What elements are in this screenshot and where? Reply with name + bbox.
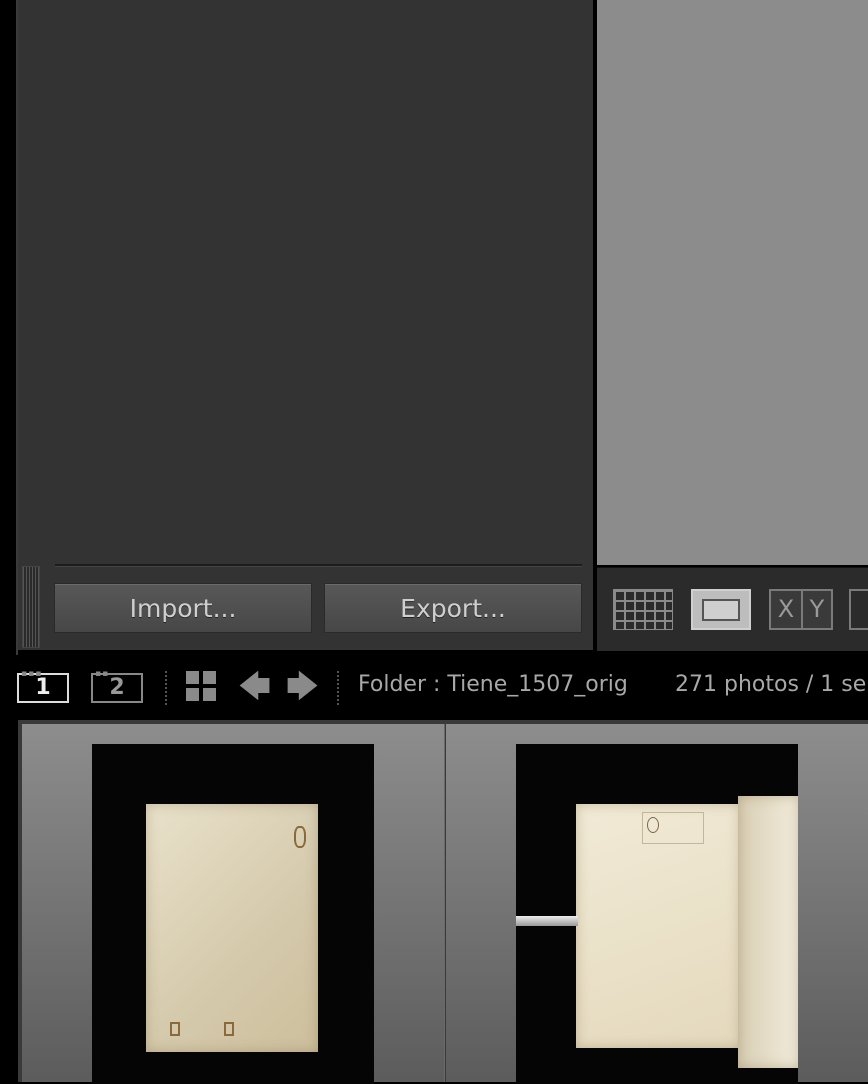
separator: [337, 671, 339, 705]
book-cover-thumbnail[interactable]: [92, 744, 374, 1084]
separator: [165, 671, 167, 705]
left-panel-content: [43, 0, 593, 650]
seal-icon: [647, 817, 659, 833]
panel-resize-grip[interactable]: [22, 566, 40, 648]
filmstrip-cell[interactable]: [22, 724, 445, 1084]
compare-x-label: X: [771, 591, 803, 628]
book-open-thumbnail[interactable]: [516, 744, 798, 1084]
vellum-cover: [146, 804, 318, 1052]
panel-divider: [55, 564, 582, 567]
window-dots: ▪▪: [95, 669, 110, 679]
vellum-page: [576, 804, 740, 1048]
folder-path[interactable]: Folder : Tiene_1507_orig: [358, 672, 628, 697]
view-toolbar: X Y: [597, 567, 868, 651]
compare-view-icon[interactable]: X Y: [769, 589, 833, 630]
filmstrip-bar: ▪▪▪ 1 ▪▪ 2 🡄 🡆 Folder : Tiene_1507_orig …: [0, 655, 868, 720]
filmstrip-cell[interactable]: [446, 724, 868, 1084]
clasp-mark: [294, 826, 306, 848]
survey-view-icon[interactable]: [849, 589, 868, 630]
forward-arrow-icon[interactable]: 🡆: [286, 670, 319, 702]
photo-count: 271 photos / 1 sel: [675, 672, 868, 697]
filmstrip: [18, 720, 868, 1084]
primary-display-button[interactable]: ▪▪▪ 1: [17, 669, 69, 703]
clasp-strap: [516, 916, 578, 926]
import-button[interactable]: Import...: [54, 583, 312, 633]
back-arrow-icon[interactable]: 🡄: [238, 670, 271, 702]
bookplate: [642, 812, 704, 844]
loupe-frame: [702, 599, 740, 621]
grid-view-icon[interactable]: [613, 589, 673, 630]
export-button[interactable]: Export...: [324, 583, 582, 633]
clasp-mark: [224, 1022, 234, 1036]
main-view-area: [597, 0, 868, 565]
loupe-view-icon[interactable]: [691, 589, 751, 630]
vellum-flap: [738, 796, 798, 1068]
clasp-mark: [170, 1022, 180, 1036]
window-dots: ▪▪▪: [21, 669, 43, 679]
compare-y-label: Y: [809, 595, 825, 623]
secondary-display-button[interactable]: ▪▪ 2: [91, 669, 143, 703]
grid-icon[interactable]: [186, 671, 216, 701]
secondary-display-label: 2: [109, 675, 125, 700]
